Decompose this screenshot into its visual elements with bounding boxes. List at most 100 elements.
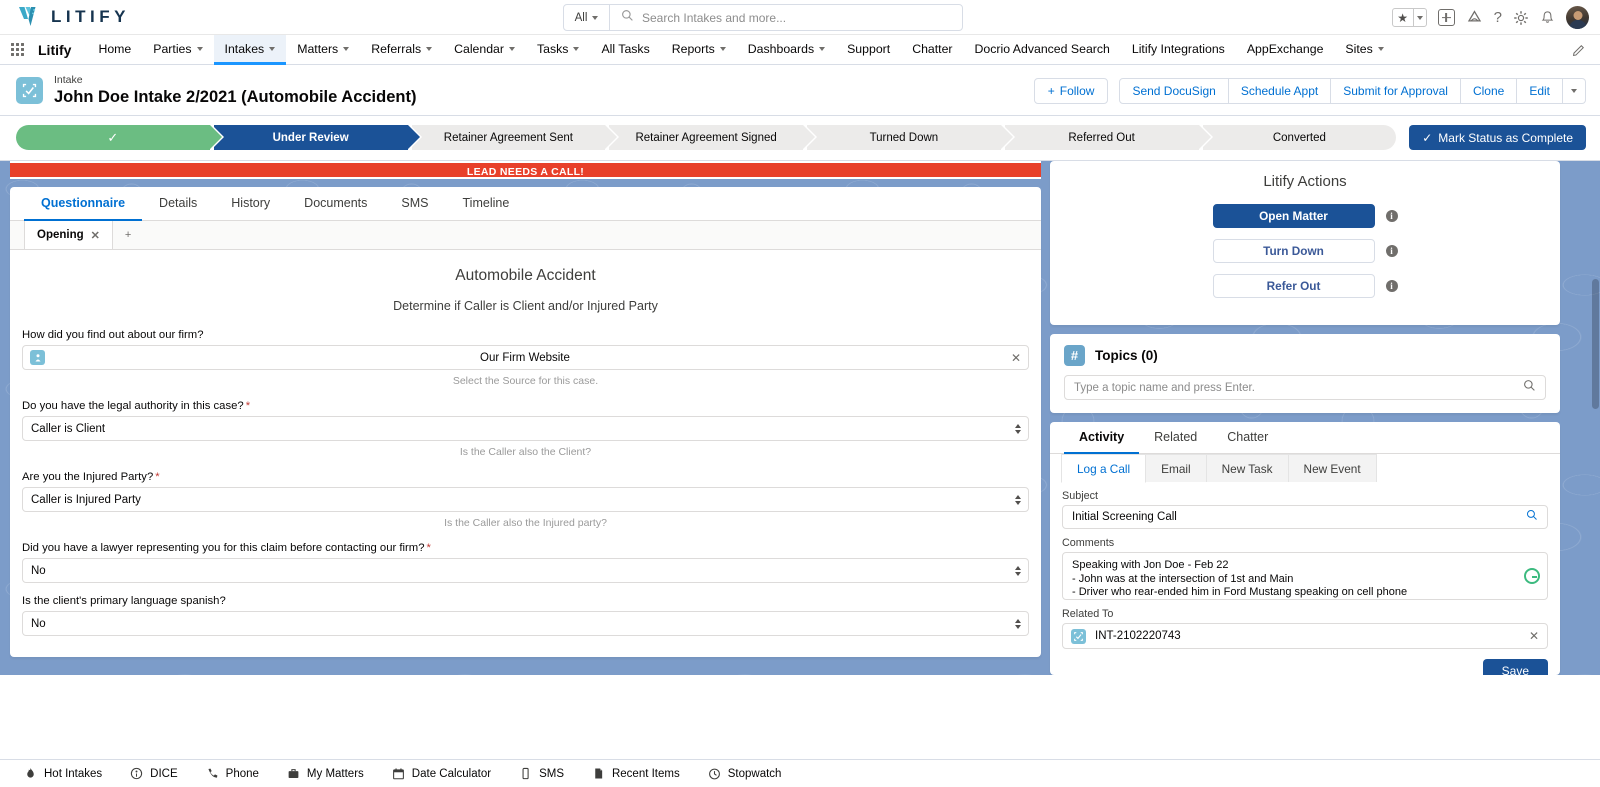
clear-lookup-icon[interactable]: ✕ [1005, 351, 1021, 365]
edit-navigation-pencil-icon[interactable] [1572, 35, 1586, 65]
subject-input[interactable] [1072, 511, 1526, 523]
search-icon[interactable] [1523, 379, 1536, 397]
path-step-converted[interactable]: Converted [1202, 125, 1397, 150]
nav-item-litify-integrations[interactable]: Litify Integrations [1121, 35, 1236, 65]
nav-item-chatter[interactable]: Chatter [901, 35, 963, 65]
nav-item-docrio-advanced-search[interactable]: Docrio Advanced Search [964, 35, 1121, 65]
search-input-wrap[interactable] [610, 5, 962, 30]
lookup-field[interactable]: Our Firm Website ✕ [22, 345, 1029, 370]
subtab-new-task[interactable]: New Task [1205, 454, 1289, 482]
select-field[interactable]: No [22, 558, 1029, 583]
clone-button[interactable]: Clone [1460, 77, 1518, 104]
nav-item-referrals[interactable]: Referrals [360, 35, 443, 65]
mark-status-complete-button[interactable]: ✓ Mark Status as Complete [1409, 125, 1586, 150]
stepper-arrows-icon[interactable] [1015, 494, 1021, 505]
path-step-retainer-agreement-sent[interactable]: Retainer Agreement Sent [411, 124, 619, 150]
path-step-under-review[interactable]: Under Review [213, 124, 422, 150]
schedule-appt-button[interactable]: Schedule Appt [1228, 77, 1332, 104]
path-step-completed[interactable]: ✓ [16, 124, 224, 150]
chevron-down-icon[interactable] [819, 46, 826, 51]
stepper-arrows-icon[interactable] [1015, 423, 1021, 434]
litify-logo[interactable]: LITIFY [0, 4, 130, 30]
tab-history[interactable]: History [214, 187, 287, 221]
open-matter-button[interactable]: Open Matter [1212, 204, 1375, 228]
utility-item-date-calculator[interactable]: Date Calculator [378, 767, 505, 780]
chevron-down-icon[interactable] [573, 46, 580, 51]
nav-item-appexchange[interactable]: AppExchange [1236, 35, 1335, 65]
nav-item-home[interactable]: Home [87, 35, 142, 65]
close-icon[interactable]: ✕ [91, 229, 100, 242]
nav-item-calendar[interactable]: Calendar [443, 35, 526, 65]
chevron-down-icon[interactable] [426, 46, 433, 51]
select-field[interactable]: Caller is Injured Party [22, 487, 1029, 512]
favorites-group[interactable]: ★ [1391, 8, 1427, 27]
nav-item-all-tasks[interactable]: All Tasks [590, 35, 660, 65]
utility-item-my-matters[interactable]: My Matters [273, 767, 378, 780]
help-question-icon[interactable]: ? [1494, 9, 1502, 26]
search-icon[interactable] [1526, 508, 1538, 526]
tab-chatter[interactable]: Chatter [1212, 422, 1283, 454]
stepper-arrows-icon[interactable] [1015, 565, 1021, 576]
utility-item-dice[interactable]: DICE [116, 767, 191, 780]
nav-item-parties[interactable]: Parties [142, 35, 213, 65]
utility-item-sms[interactable]: SMS [505, 767, 578, 780]
send-docusign-button[interactable]: Send DocuSign [1119, 77, 1229, 104]
user-avatar[interactable] [1566, 6, 1589, 29]
path-step-turned-down[interactable]: Turned Down [807, 124, 1015, 150]
info-icon[interactable]: i [1385, 210, 1398, 222]
tab-related[interactable]: Related [1139, 422, 1212, 454]
comments-field-wrap[interactable]: Speaking with Jon Doe - Feb 22 - John wa… [1062, 552, 1548, 600]
stepper-arrows-icon[interactable] [1015, 618, 1021, 629]
tab-activity[interactable]: Activity [1064, 422, 1140, 454]
search-scope-dropdown[interactable]: All [564, 5, 610, 30]
subtab-email[interactable]: Email [1145, 454, 1207, 482]
tab-details[interactable]: Details [142, 187, 214, 221]
add-plus-icon[interactable] [1437, 9, 1455, 26]
submit-for-approval-button[interactable]: Submit for Approval [1331, 77, 1461, 104]
save-button[interactable]: Save [1482, 659, 1548, 675]
trailhead-icon[interactable] [1466, 9, 1483, 26]
chevron-down-icon[interactable] [196, 46, 203, 51]
comments-textarea[interactable]: Speaking with Jon Doe - Feb 22 - John wa… [1072, 559, 1538, 599]
refer-out-button[interactable]: Refer Out [1212, 274, 1375, 298]
chevron-down-icon[interactable] [719, 46, 726, 51]
nav-item-dashboards[interactable]: Dashboards [737, 35, 836, 65]
subject-field-wrap[interactable] [1062, 505, 1548, 529]
global-search[interactable]: All [563, 4, 963, 31]
chevron-down-icon[interactable] [269, 46, 276, 51]
chevron-down-icon[interactable] [1377, 46, 1384, 51]
nav-item-sites[interactable]: Sites [1334, 35, 1394, 65]
nav-item-intakes[interactable]: Intakes [213, 35, 287, 65]
utility-item-phone[interactable]: Phone [192, 767, 273, 780]
related-to-field-wrap[interactable]: INT-2102220743 ✕ [1062, 623, 1548, 649]
nav-item-reports[interactable]: Reports [661, 35, 737, 65]
notifications-bell-icon[interactable] [1540, 10, 1555, 25]
select-field[interactable]: Caller is Client [22, 416, 1029, 441]
chevron-down-icon[interactable] [343, 46, 350, 51]
turn-down-button[interactable]: Turn Down [1212, 239, 1375, 263]
tab-documents[interactable]: Documents [287, 187, 384, 221]
info-icon[interactable]: i [1385, 245, 1398, 257]
nav-item-tasks[interactable]: Tasks [526, 35, 590, 65]
page-scrollbar-thumb[interactable] [1592, 279, 1599, 409]
utility-item-recent-items[interactable]: Recent Items [578, 767, 694, 780]
nav-item-matters[interactable]: Matters [286, 35, 360, 65]
tab-sms[interactable]: SMS [384, 187, 445, 221]
favorites-star-icon[interactable]: ★ [1393, 9, 1413, 26]
add-subtab-button[interactable]: + [113, 221, 143, 249]
chevron-down-icon[interactable] [509, 46, 515, 51]
clear-related-to-icon[interactable]: ✕ [1523, 629, 1539, 643]
topic-input-wrap[interactable] [1064, 375, 1546, 400]
subtab-new-event[interactable]: New Event [1287, 454, 1377, 482]
favorites-chevron-down-icon[interactable] [1412, 9, 1426, 26]
setup-gear-icon[interactable] [1513, 10, 1529, 26]
follow-button[interactable]: + Follow [1033, 77, 1109, 104]
info-icon[interactable]: i [1385, 280, 1398, 292]
utility-item-hot-intakes[interactable]: Hot Intakes [10, 767, 116, 780]
more-actions-chevron-down-icon[interactable] [1563, 77, 1586, 104]
path-step-retainer-agreement-signed[interactable]: Retainer Agreement Signed [609, 124, 817, 150]
search-input[interactable] [642, 10, 962, 25]
path-step-referred-out[interactable]: Referred Out [1004, 124, 1213, 150]
nav-item-support[interactable]: Support [836, 35, 901, 65]
tab-timeline[interactable]: Timeline [446, 187, 527, 221]
